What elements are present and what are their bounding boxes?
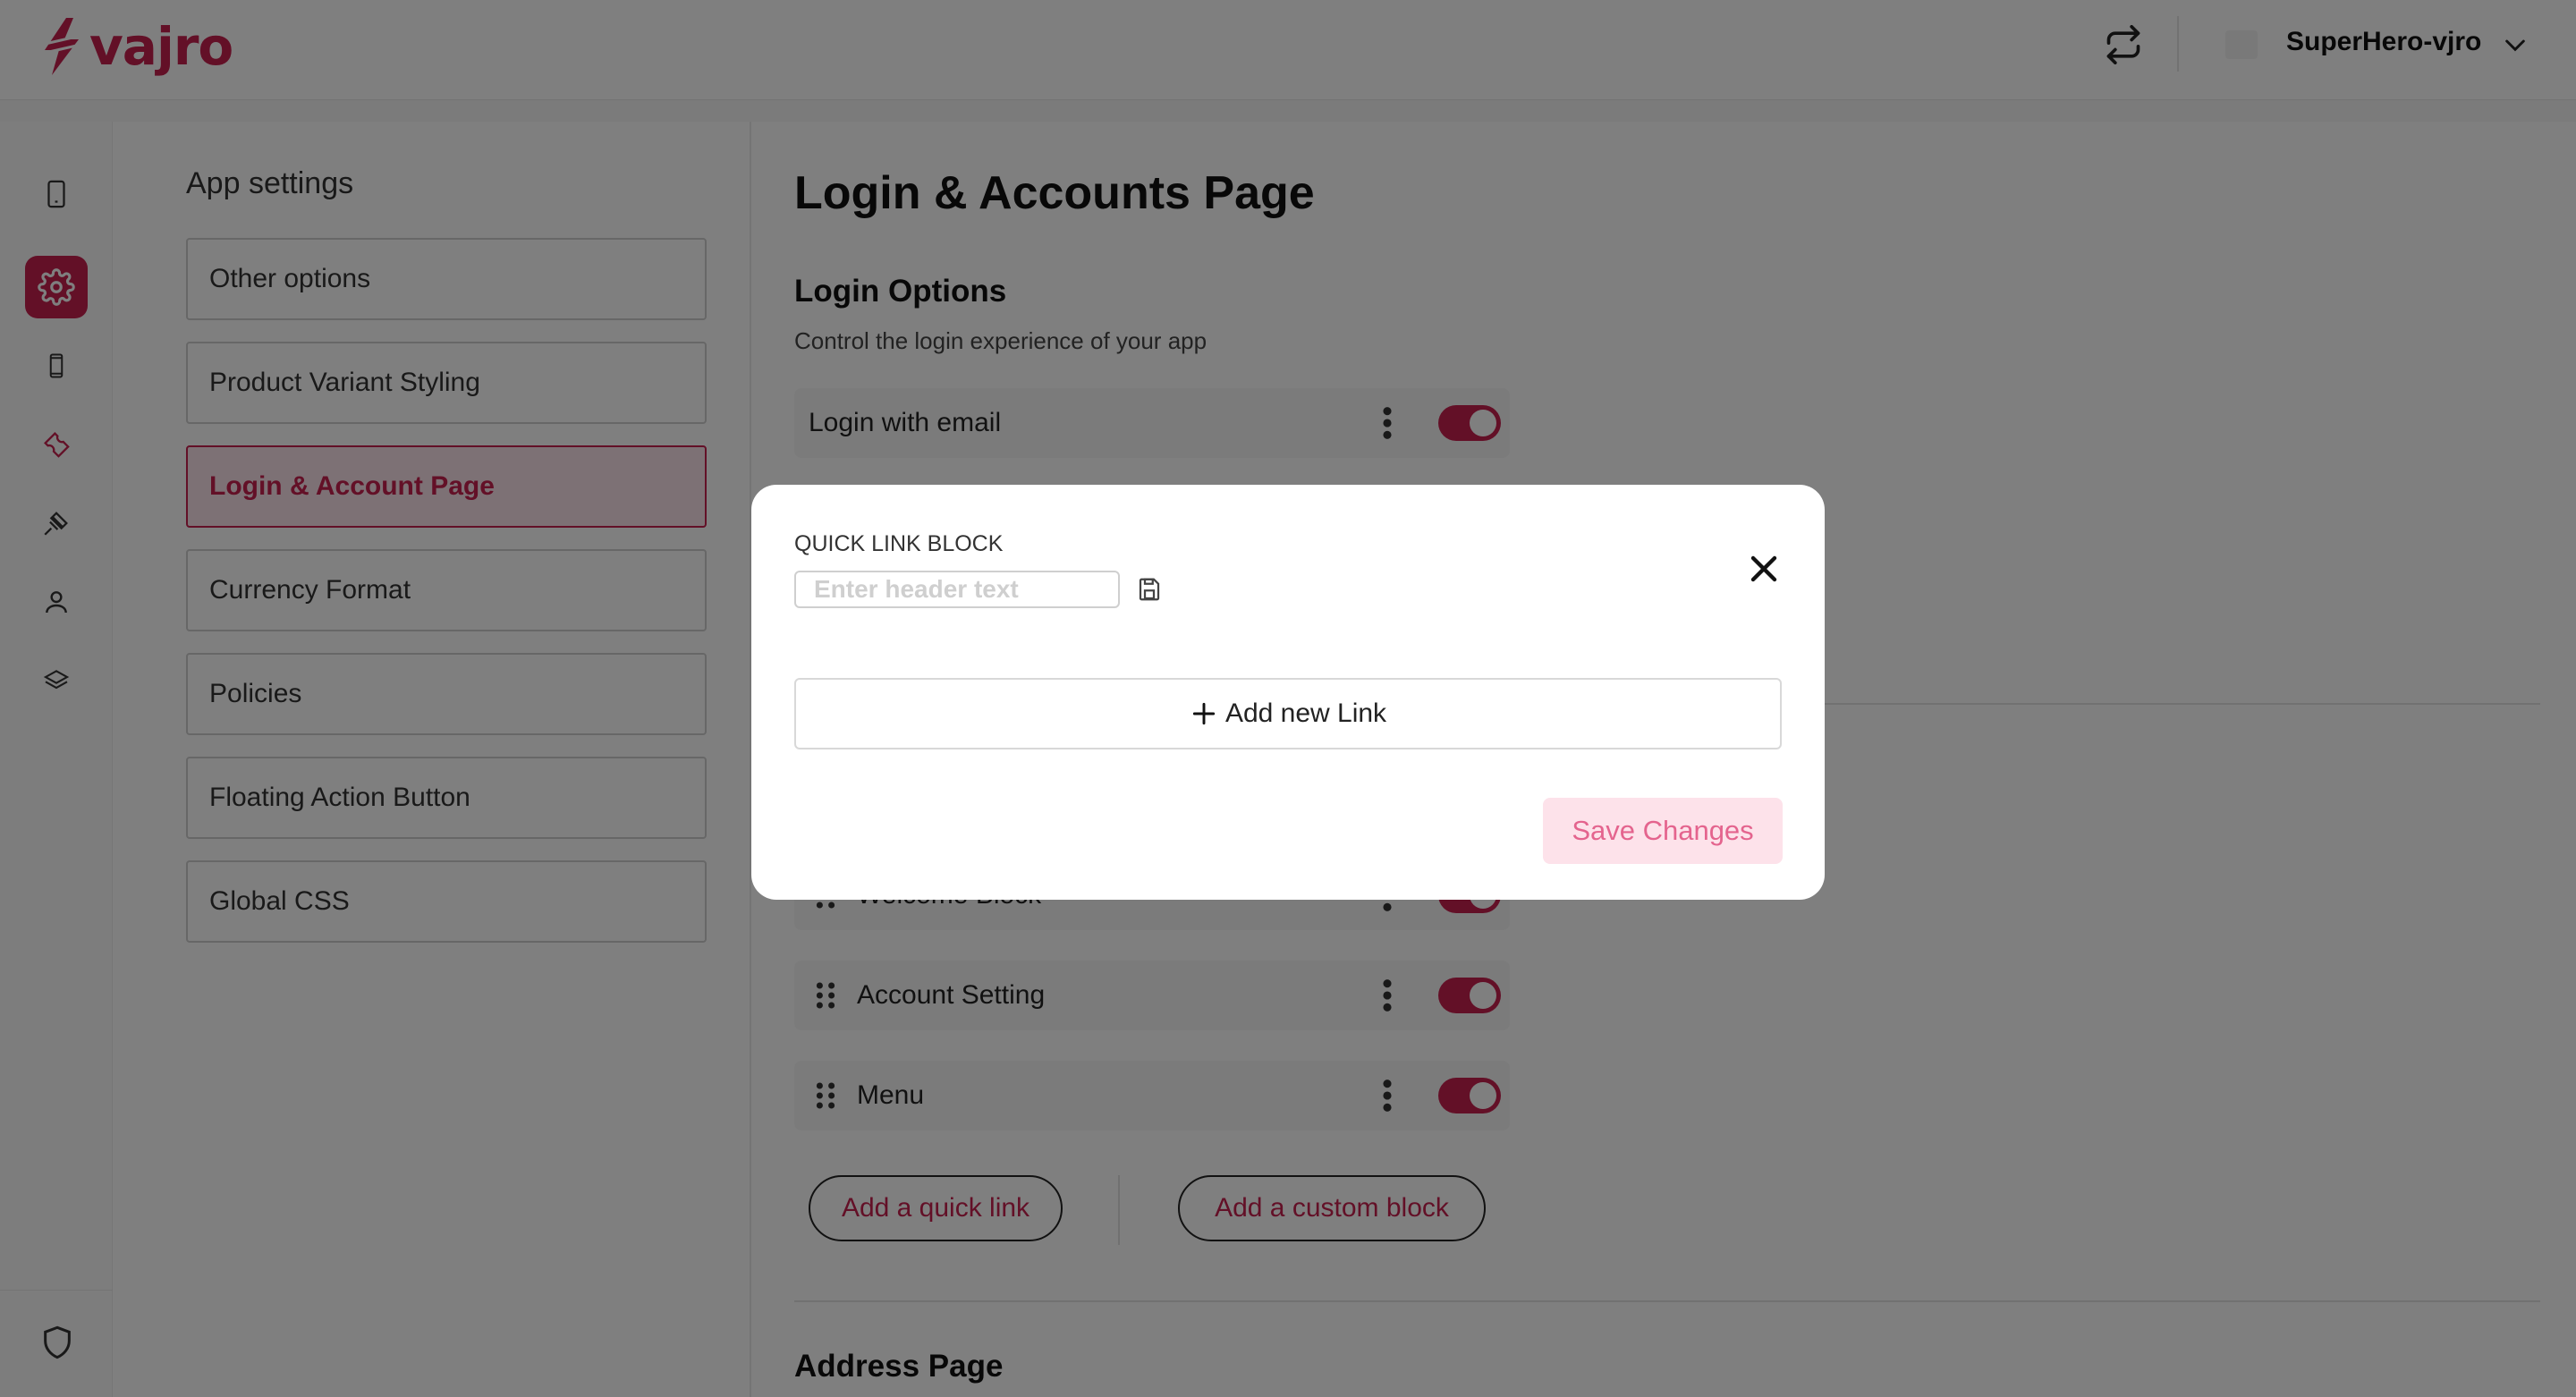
add-new-link-button[interactable]: Add new Link [794, 678, 1782, 749]
save-icon[interactable] [1136, 574, 1163, 605]
add-new-link-label: Add new Link [1224, 698, 1387, 728]
plus-icon [1192, 702, 1216, 725]
close-icon[interactable] [1742, 547, 1785, 590]
header-text-input[interactable] [794, 571, 1120, 608]
quick-link-modal: QUICK LINK BLOCK Add new Link Save Chang… [751, 485, 1825, 900]
modal-label: QUICK LINK BLOCK [794, 531, 1004, 556]
save-changes-button[interactable]: Save Changes [1543, 798, 1783, 864]
